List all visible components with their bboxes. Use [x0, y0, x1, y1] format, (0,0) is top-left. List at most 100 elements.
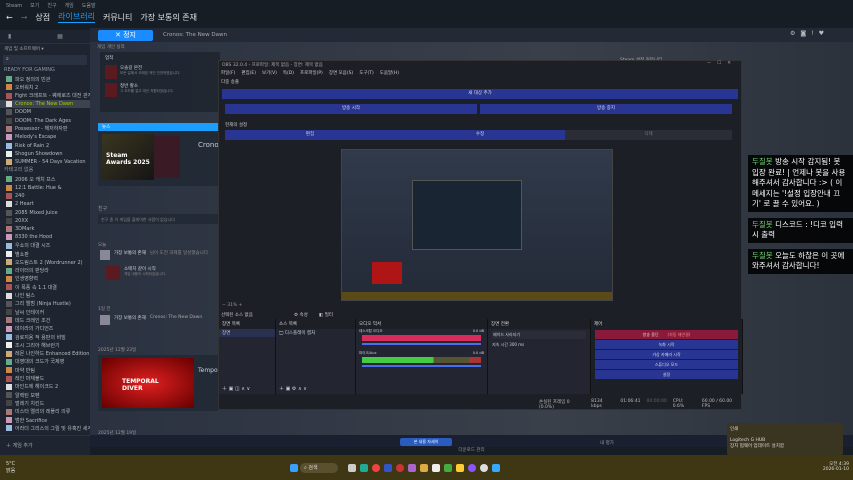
transition-select[interactable]: 페이드 사라지기	[492, 331, 586, 339]
sidebar-game-item[interactable]: Risk of Rain 2	[0, 141, 90, 149]
obs-menu-item[interactable]: 장면 모음(S)	[329, 70, 353, 76]
obs-icon[interactable]	[396, 464, 404, 472]
news-card[interactable]: Steam Awards 2025 Cronos	[98, 131, 222, 186]
activity-user[interactable]: 가장 보통의 존재	[114, 315, 146, 325]
app-icon[interactable]	[444, 464, 452, 472]
menu-games[interactable]: 게임	[65, 3, 74, 9]
sidebar-game-item[interactable]: 이 폭풍 속 1.1 대결	[0, 283, 90, 291]
sidebar-game-item[interactable]: SUMMER - 54 Days Vacation	[0, 158, 90, 166]
app-icon[interactable]	[480, 464, 488, 472]
control-button[interactable]: 방송 중단 (자동 재연결)	[595, 330, 738, 339]
sidebar-game-item[interactable]: 날씨 인테이커	[0, 308, 90, 316]
stop-all-button[interactable]: 방송 중지	[480, 104, 732, 114]
delete-button[interactable]: 삭제	[565, 130, 732, 140]
clock[interactable]: 오전 4:39 2026-01-10	[823, 461, 849, 472]
obs-menu-item[interactable]: 프로파일(P)	[300, 70, 323, 76]
menu-friends[interactable]: 친구	[47, 3, 56, 9]
menu-view[interactable]: 보기	[30, 3, 39, 9]
sidebar-game-item[interactable]: 2 Heart	[0, 200, 90, 208]
sidebar-game-item[interactable]: Cronos: The New Dawn	[0, 99, 90, 109]
toolbar-icons[interactable]: ⚙◙!♥	[790, 30, 829, 37]
forward-icon[interactable]: →	[21, 13, 28, 22]
app-icon[interactable]	[420, 464, 428, 472]
sidebar-game-item[interactable]: 오버워치 2	[0, 83, 90, 91]
sidebar-game-item[interactable]: 파오 정의의 빈관	[0, 75, 90, 83]
info-icon[interactable]: !	[811, 30, 818, 37]
app-icon[interactable]	[432, 464, 440, 472]
sidebar-game-item[interactable]: 2006 오 캐치 프스	[0, 175, 90, 183]
sidebar-game-item[interactable]: 그리 앨범 (Ninja Hustle)	[0, 300, 90, 308]
activity-user[interactable]: 가장 보통의 존재	[114, 250, 146, 260]
volume-slider[interactable]	[362, 343, 481, 345]
source-toolbar[interactable]: ＋ ▣ ⚙ ∧ ∨	[279, 385, 307, 392]
sidebar-game-item[interactable]: 데드 크레인 조건	[0, 316, 90, 324]
edge-icon[interactable]	[360, 464, 368, 472]
duration-input[interactable]: 300 ms	[509, 342, 524, 347]
source-item[interactable]: 🖵 디스플레이 캡처	[276, 329, 355, 337]
obs-menu-item[interactable]: 보기(V)	[262, 70, 277, 76]
sidebar-game-item[interactable]: 알렉틴 보펜	[0, 391, 90, 399]
sidebar-game-item[interactable]: 미스터 엘리의 레플리 의류	[0, 408, 90, 416]
steam-icon[interactable]	[492, 464, 500, 472]
edit-button[interactable]: 편집	[225, 130, 395, 140]
sidebar-game-item[interactable]: 인생영향력	[0, 275, 90, 283]
section-ready[interactable]: READY FOR GAMING	[0, 66, 90, 75]
sidebar-game-item[interactable]: Melody's Escape	[0, 133, 90, 141]
sidebar-game-item[interactable]: Shogun Showdown	[0, 150, 90, 158]
weather-widget[interactable]: 5°C 맑음	[6, 461, 15, 474]
section-uncategorized[interactable]: 카테고리 없음	[0, 166, 90, 175]
obs-menu-item[interactable]: 독(D)	[283, 70, 294, 76]
sidebar-game-item[interactable]: 12:1 Battle: Hue &	[0, 184, 90, 192]
properties-button[interactable]: ⚙ 속성	[294, 312, 308, 318]
sidebar-game-item[interactable]: 3DMark	[0, 225, 90, 233]
app-icon[interactable]	[384, 464, 392, 472]
sidebar-game-item[interactable]: 레인 마재불드	[0, 374, 90, 382]
start-icon[interactable]	[290, 464, 298, 472]
nav-user[interactable]: 가장 보통의 존재	[140, 12, 197, 23]
obs-menu-item[interactable]: 편집(E)	[241, 70, 256, 76]
app-icon[interactable]	[348, 464, 356, 472]
app-icon[interactable]	[468, 464, 476, 472]
chrome-icon[interactable]	[372, 464, 380, 472]
obs-menu-item[interactable]: 도구(T)	[359, 70, 374, 76]
control-button[interactable]: 스튜디오 모드	[595, 360, 738, 369]
sidebar-game-item[interactable]: 조시 그리아 해브런기	[0, 341, 90, 349]
sidebar-game-item[interactable]: 검로지용 적 용판의 비밀	[0, 333, 90, 341]
scene-item[interactable]: 장면	[219, 329, 275, 337]
sidebar-game-item[interactable]: 20XX	[0, 217, 90, 225]
nav-community[interactable]: 커뮤니티	[103, 12, 132, 23]
volume-slider[interactable]	[362, 365, 481, 367]
sidebar-game-item[interactable]: 어라더 그리스의 그릴 및 유혹진 세계	[0, 424, 90, 432]
sidebar-game-item[interactable]: 라이터의 판당라	[0, 267, 90, 275]
sidebar-game-item[interactable]: 2085 Mixed Juice	[0, 208, 90, 216]
sidebar-game-item[interactable]: 별쇼판	[0, 250, 90, 258]
add-game-button[interactable]: ＋ 게임 추가	[0, 435, 90, 455]
stop-button[interactable]: ✕ 정지	[98, 30, 153, 41]
gear-icon[interactable]: ⚙	[790, 30, 800, 37]
control-button[interactable]: 가상 카메라 시작	[595, 350, 738, 359]
scene-toolbar[interactable]: ＋ ▣ ◫ ∧ ∨	[222, 385, 250, 392]
sidebar-game-item[interactable]: 마약 반팀	[0, 366, 90, 374]
sidebar-game-item[interactable]: 레몬 나인하드 Enhanced Edition	[0, 350, 90, 358]
nav-store[interactable]: 상점	[35, 12, 50, 23]
app-icon[interactable]	[408, 464, 416, 472]
obs-menu-item[interactable]: 도움말(H)	[380, 70, 399, 76]
notification-toast[interactable]: 인쇄 Logitech G HUB 장치 펌웨어 업데이트 설치함	[727, 423, 843, 456]
nav-library[interactable]: 라이브러리	[58, 11, 95, 23]
news-card-2[interactable]: Temporal Diver Tempo	[98, 355, 218, 411]
sidebar-game-item[interactable]: 8330 the Hood	[0, 233, 90, 241]
start-all-button[interactable]: 방송 시작	[225, 104, 477, 114]
filters-button[interactable]: ◧ 필터	[319, 312, 333, 318]
details-button[interactable]: 본 내용 자세히	[400, 438, 452, 446]
sidebar-game-item[interactable]: 나인 팀스	[0, 291, 90, 299]
obs-menu-item[interactable]: 파일(F)	[221, 70, 235, 76]
sidebar-game-item[interactable]: 오드림스트 2 (Wordrunner 2)	[0, 258, 90, 266]
config-button[interactable]: 수정	[395, 130, 565, 140]
activity-game[interactable]: Cronos: The New Dawn	[150, 315, 202, 325]
search-box[interactable]: ⌕ 검색	[300, 463, 338, 473]
sidebar-game-item[interactable]: 우쇼의 대결 시즈	[0, 242, 90, 250]
sidebar-game-item[interactable]: DOOM	[0, 108, 90, 116]
filter-dropdown[interactable]: 게임 및 소프트웨어 ▾	[0, 44, 90, 54]
control-button[interactable]: 설정	[595, 370, 738, 379]
folder-icon[interactable]	[456, 464, 464, 472]
